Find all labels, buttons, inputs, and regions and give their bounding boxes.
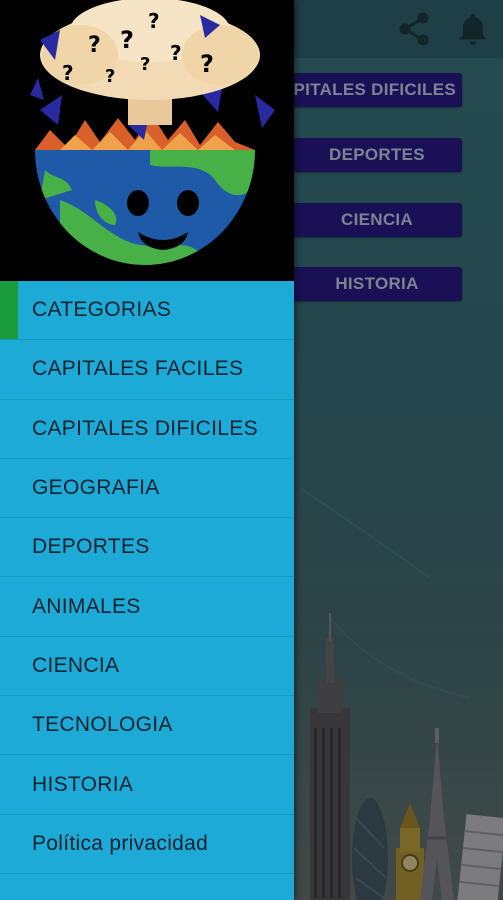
exploding-globe-logo: ? ? ? ? ? ? ? ? [30,0,275,265]
menu-item-geografia[interactable]: GEOGRAFIA [0,459,294,519]
menu-item-ciencia[interactable]: CIENCIA [0,637,294,697]
category-button-label: HISTORIA [335,274,419,293]
bell-icon[interactable] [452,8,494,50]
menu-item-label: Política privacidad [32,831,209,855]
svg-text:?: ? [88,33,101,58]
category-button-label: DEPORTES [329,145,425,164]
menu-item-label: CIENCIA [32,653,120,677]
menu-item-label: TECNOLOGIA [32,713,173,737]
menu-item-label: ANIMALES [32,594,141,618]
menu-item-label: GEOGRAFIA [32,476,160,500]
menu-item-label: HISTORIA [32,772,134,796]
menu-item-politica-privacidad[interactable]: Política privacidad [0,815,294,874]
category-button-historia[interactable]: HISTORIA [292,267,462,301]
menu-item-categorias[interactable]: CATEGORIAS [0,281,294,341]
menu-item-capitales-dificiles[interactable]: CAPITALES DIFICILES [0,400,294,459]
menu-item-label: DEPORTES [32,535,150,559]
category-button-ciencia[interactable]: CIENCIA [292,203,462,237]
menu-item-tecnologia[interactable]: TECNOLOGIA [0,696,294,756]
svg-text:?: ? [105,66,115,87]
category-button-label: CAPITALES DIFICILES [292,80,456,99]
menu-item-historia[interactable]: HISTORIA [0,755,294,815]
category-button-capitales-dificiles[interactable]: CAPITALES DIFICILES [292,73,462,107]
share-icon[interactable] [393,8,435,50]
navigation-drawer: ? ? ? ? ? ? ? ? CATEGORIAS CAPITALES FAC… [0,0,294,900]
category-button-deportes[interactable]: DEPORTES [292,138,462,172]
drawer-menu: CATEGORIAS CAPITALES FACILES CAPITALES D… [0,281,294,874]
menu-item-label: CAPITALES FACILES [32,357,244,381]
svg-text:?: ? [120,26,134,54]
drawer-header: ? ? ? ? ? ? ? ? [0,0,294,281]
category-button-label: CIENCIA [341,210,413,229]
svg-text:?: ? [140,54,150,75]
menu-item-animales[interactable]: ANIMALES [0,577,294,637]
menu-item-deportes[interactable]: DEPORTES [0,518,294,578]
svg-text:?: ? [148,9,160,33]
svg-text:?: ? [200,50,214,78]
menu-item-label: CATEGORIAS [32,298,172,322]
menu-item-label: CAPITALES DIFICILES [32,416,258,440]
menu-item-capitales-faciles[interactable]: CAPITALES FACILES [0,340,294,400]
svg-text:?: ? [62,61,74,85]
svg-text:?: ? [170,41,182,65]
